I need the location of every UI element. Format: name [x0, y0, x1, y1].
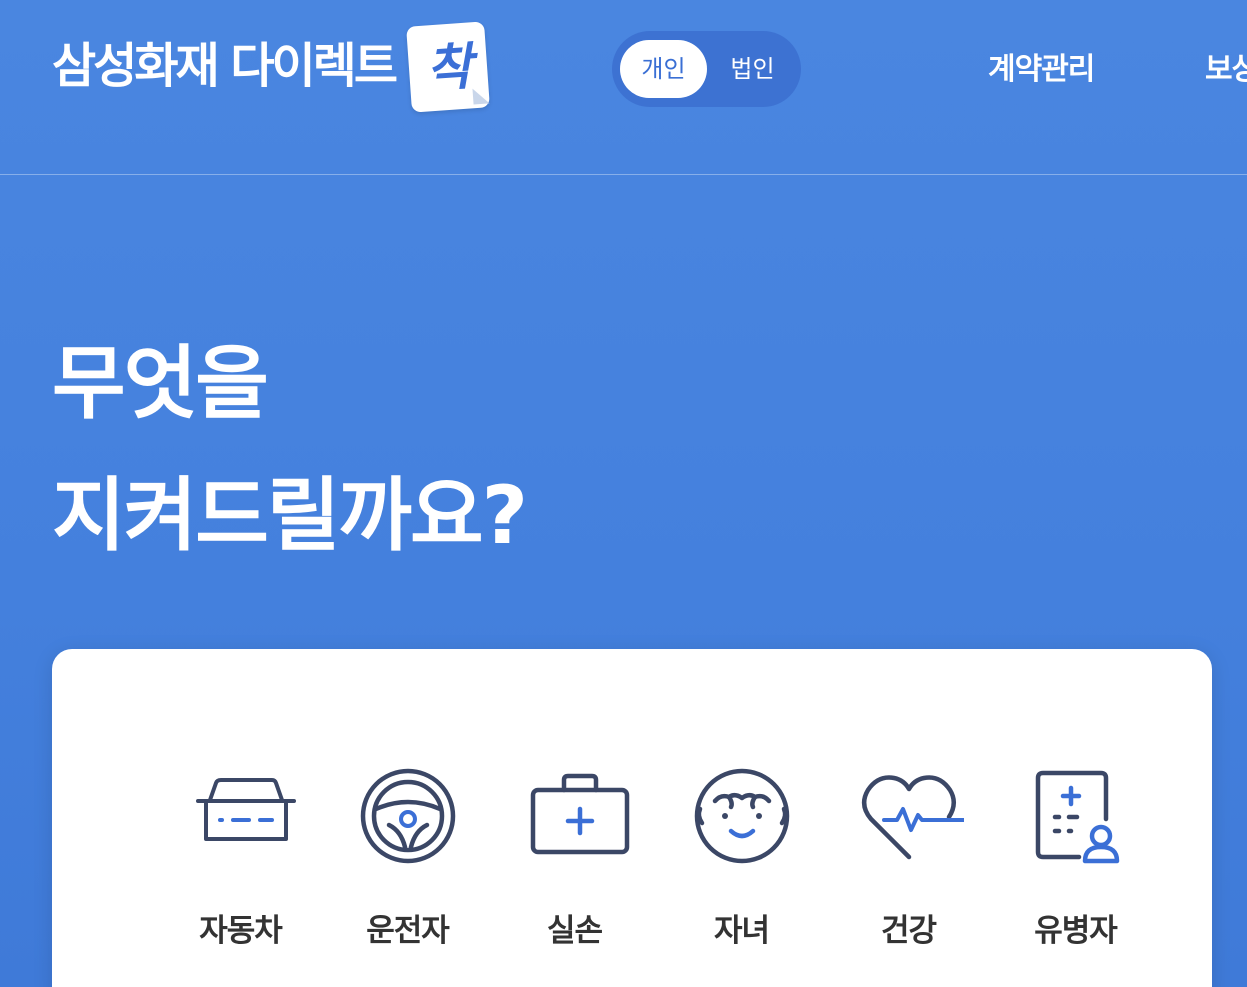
customer-type-toggle: 개인 법인 — [612, 31, 801, 107]
category-label: 자녀 — [713, 913, 770, 949]
category-label: 유병자 — [1034, 913, 1118, 949]
top-header: 삼성화재 다이렉트 착 개인 법인 계약관리 보상 — [0, 0, 1247, 175]
nav-compensation[interactable]: 보상 — [1205, 44, 1247, 88]
category-health[interactable]: 건강 — [825, 761, 992, 950]
hero-title: 무엇을 지켜드릴까요? — [52, 318, 528, 582]
category-child[interactable]: 자녀 — [658, 761, 825, 950]
hero-title-line-2: 지켜드릴까요? — [52, 469, 528, 562]
category-panel: 자동차 운전자 실손 자녀 건강 유병자 — [52, 649, 1212, 987]
logo-badge: 착 — [405, 20, 491, 113]
category-list: 자동차 운전자 실손 자녀 건강 유병자 — [157, 761, 1159, 950]
toggle-personal[interactable]: 개인 — [620, 40, 707, 98]
nav-contract-management[interactable]: 계약관리 — [988, 44, 1095, 88]
category-medical[interactable]: 실손 — [491, 761, 658, 950]
child-face-icon — [694, 768, 789, 864]
logo-text: 삼성화재 다이렉트 — [52, 37, 398, 94]
category-driver[interactable]: 운전자 — [324, 761, 491, 950]
category-label: 실손 — [546, 913, 603, 949]
logo-badge-fold — [472, 86, 490, 105]
category-label: 운전자 — [366, 913, 450, 949]
hero-title-line-1: 무엇을 — [52, 337, 269, 430]
car-icon — [195, 778, 296, 841]
site-logo[interactable]: 삼성화재 다이렉트 착 — [52, 18, 491, 113]
steering-wheel-icon — [360, 768, 455, 864]
category-label: 건강 — [880, 913, 937, 949]
category-car[interactable]: 자동차 — [157, 761, 324, 950]
heart-pulse-icon — [861, 775, 964, 860]
category-label: 자동차 — [199, 913, 283, 949]
category-pre-existing[interactable]: 유병자 — [992, 761, 1159, 950]
medical-chart-person-icon — [1035, 770, 1119, 864]
toggle-corporate[interactable]: 법인 — [712, 40, 793, 98]
first-aid-kit-icon — [530, 773, 629, 855]
